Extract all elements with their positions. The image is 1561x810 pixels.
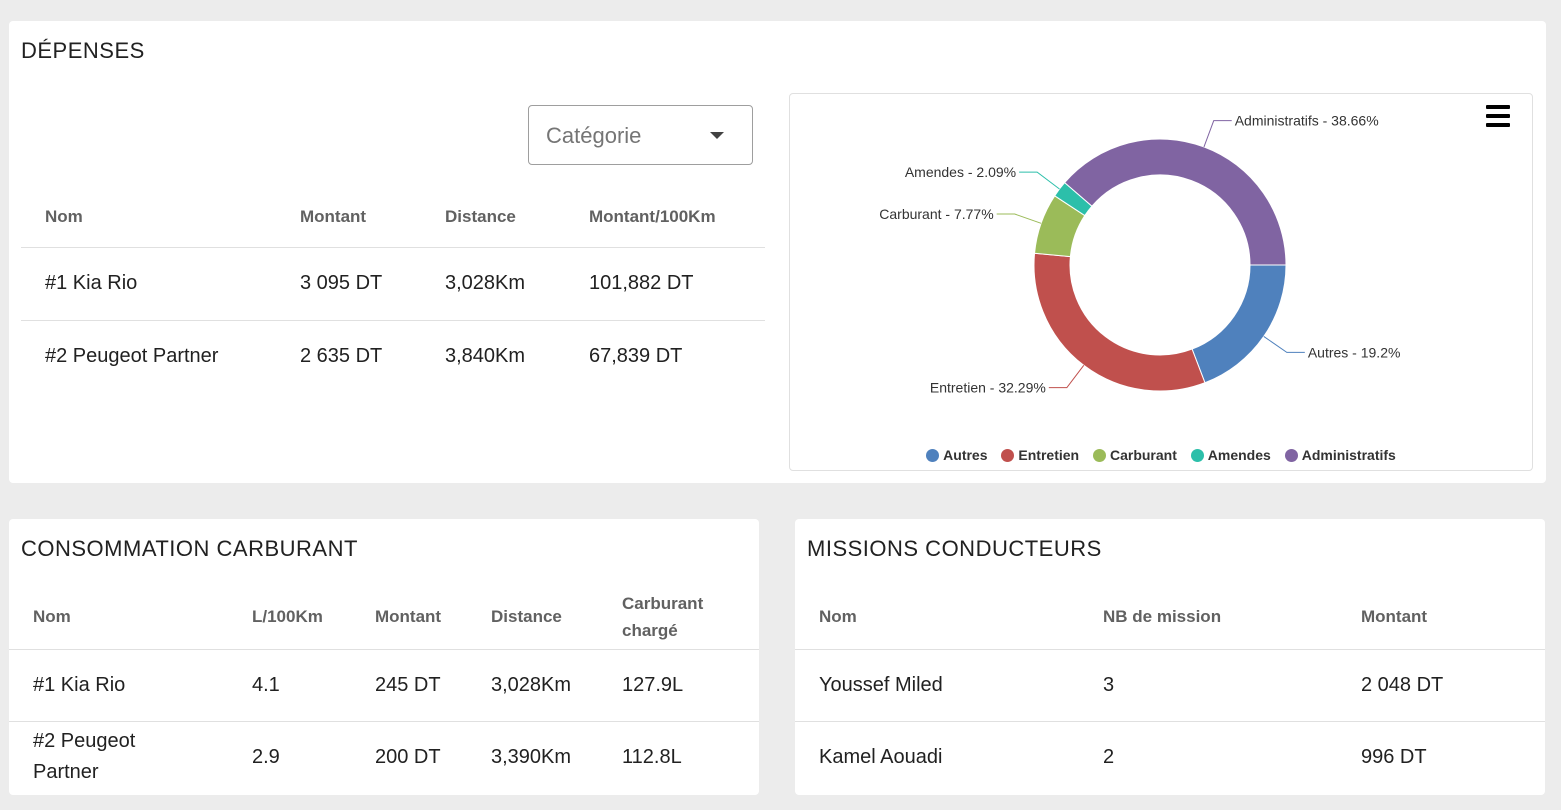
table-header-row: Nom Montant Distance Montant/100Km bbox=[21, 187, 765, 247]
data-label-amendes: Amendes - 2.09% bbox=[905, 164, 1016, 180]
data-label-connector-entretien bbox=[1048, 365, 1085, 389]
cell-montant: 200 DT bbox=[375, 745, 441, 768]
legend-item-amendes[interactable]: Amendes bbox=[1190, 447, 1271, 463]
donut-slice-administratifs[interactable] bbox=[1063, 138, 1287, 266]
legend-dot-administratifs bbox=[1284, 449, 1298, 462]
depenses-title: DÉPENSES bbox=[21, 38, 145, 63]
consommation-table: Nom L/100Km Montant Distance Carburant c… bbox=[9, 585, 759, 793]
cell-nom: #2 Peugeot Partner bbox=[33, 730, 136, 784]
column-header-distance[interactable]: Distance bbox=[491, 585, 622, 649]
legend-label-amendes: Amendes bbox=[1207, 447, 1271, 463]
data-label-autres: Autres - 19.2% bbox=[1308, 344, 1401, 360]
cell-carburant-charge: 112.8L bbox=[622, 745, 682, 768]
column-header-distance[interactable]: Distance bbox=[445, 187, 589, 247]
data-label-connector-amendes bbox=[1019, 171, 1060, 190]
column-header-montant-100km[interactable]: Montant/100Km bbox=[589, 187, 765, 247]
data-label-connector-carburant bbox=[996, 213, 1042, 224]
consommation-title: CONSOMMATION CARBURANT bbox=[21, 536, 358, 561]
cell-montant: 245 DT bbox=[375, 673, 441, 696]
donut-chart-svg: Autres - 19.2% Entretien - 32.29% Carburan… bbox=[879, 113, 1401, 396]
chart-legend: Autres Entretien Carburant Amendes Admin… bbox=[790, 447, 1532, 463]
table-row[interactable]: #2 Peugeot Partner 2 635 DT 3,840Km 67,8… bbox=[21, 320, 765, 393]
table-row[interactable]: #1 Kia Rio 4.1 245 DT 3,028Km 127.9L bbox=[9, 649, 759, 721]
cell-carburant-charge: 127.9L bbox=[622, 673, 684, 696]
column-header-montant[interactable]: Montant bbox=[375, 585, 491, 649]
cell-nom: Kamel Aouadi bbox=[819, 745, 943, 768]
legend-item-carburant[interactable]: Carburant bbox=[1092, 447, 1177, 463]
cell-distance: 3,390Km bbox=[491, 745, 572, 768]
data-label-administratifs: Administratifs - 38.66% bbox=[1235, 113, 1379, 129]
column-header-nb-mission[interactable]: NB de mission bbox=[1103, 585, 1361, 649]
column-header-l-100km[interactable]: L/100Km bbox=[252, 585, 375, 649]
legend-dot-autres bbox=[926, 449, 940, 462]
column-header-montant[interactable]: Montant bbox=[300, 187, 445, 247]
legend-label-carburant: Carburant bbox=[1109, 447, 1177, 463]
table-header-row: Nom NB de mission Montant bbox=[795, 585, 1545, 649]
column-header-carburant-charge[interactable]: Carburant chargé bbox=[622, 585, 759, 649]
category-select-placeholder: Catégorie bbox=[546, 123, 642, 148]
category-select[interactable]: Catégorie bbox=[528, 105, 753, 165]
legend-label-administratifs: Administratifs bbox=[1301, 447, 1396, 463]
data-label-carburant: Carburant - 7.77% bbox=[879, 206, 993, 222]
legend-dot-entretien bbox=[1001, 449, 1015, 462]
cell-nb-mission: 2 bbox=[1103, 745, 1115, 768]
cell-montant-100km: 67,839 DT bbox=[589, 345, 683, 368]
legend-label-autres: Autres bbox=[943, 447, 988, 463]
column-header-nom[interactable]: Nom bbox=[795, 585, 1103, 649]
hamburger-menu-icon[interactable] bbox=[1486, 105, 1510, 127]
depenses-table: Nom Montant Distance Montant/100Km #1 Ki… bbox=[21, 187, 765, 393]
cell-montant-100km: 101,882 DT bbox=[589, 272, 694, 294]
missions-card: MISSIONS CONDUCTEURS Nom NB de mission M… bbox=[795, 519, 1545, 795]
cell-montant: 3 095 DT bbox=[300, 272, 383, 294]
legend-item-administratifs[interactable]: Administratifs bbox=[1284, 447, 1396, 463]
donut-slice-entretien[interactable] bbox=[1033, 252, 1206, 392]
cell-distance: 3,028Km bbox=[491, 673, 572, 696]
column-header-nom[interactable]: Nom bbox=[21, 187, 300, 247]
cell-montant: 2 635 DT bbox=[300, 345, 383, 368]
donut-slice-autres[interactable] bbox=[1191, 264, 1287, 384]
data-label-connector-administratifs bbox=[1203, 120, 1232, 148]
missions-table: Nom NB de mission Montant Youssef Miled … bbox=[795, 585, 1545, 793]
consommation-card: CONSOMMATION CARBURANT Nom L/100Km Monta… bbox=[9, 519, 759, 795]
legend-item-autres[interactable]: Autres bbox=[926, 447, 988, 463]
legend-label-entretien: Entretien bbox=[1018, 447, 1080, 463]
caret-down-icon bbox=[710, 132, 724, 139]
data-label-connector-autres bbox=[1263, 336, 1305, 353]
cell-nom: #2 Peugeot Partner bbox=[45, 345, 219, 368]
data-label-entretien: Entretien - 32.29% bbox=[930, 380, 1046, 396]
table-row[interactable]: Kamel Aouadi 2 996 DT bbox=[795, 721, 1545, 793]
cell-distance: 3,028Km bbox=[445, 272, 526, 294]
cell-nom: Youssef Miled bbox=[819, 673, 943, 696]
cell-montant: 2 048 DT bbox=[1361, 673, 1444, 696]
depenses-donut-chart: Autres - 19.2% Entretien - 32.29% Carburan… bbox=[789, 93, 1533, 471]
table-row[interactable]: #1 Kia Rio 3 095 DT 3,028Km 101,882 DT bbox=[21, 247, 765, 320]
table-row[interactable]: Youssef Miled 3 2 048 DT bbox=[795, 649, 1545, 721]
legend-dot-carburant bbox=[1092, 449, 1106, 462]
cell-distance: 3,840Km bbox=[445, 345, 526, 368]
cell-l-100km: 2.9 bbox=[252, 745, 280, 768]
column-header-nom[interactable]: Nom bbox=[9, 585, 252, 649]
cell-montant: 996 DT bbox=[1361, 745, 1427, 768]
cell-nb-mission: 3 bbox=[1103, 673, 1115, 696]
cell-nom: #1 Kia Rio bbox=[33, 673, 126, 696]
table-row[interactable]: #2 Peugeot Partner 2.9 200 DT 3,390Km 11… bbox=[9, 721, 759, 793]
table-header-row: Nom L/100Km Montant Distance Carburant c… bbox=[9, 585, 759, 649]
legend-item-entretien[interactable]: Entretien bbox=[1001, 447, 1079, 463]
legend-dot-amendes bbox=[1190, 449, 1204, 462]
cell-l-100km: 4.1 bbox=[252, 673, 280, 696]
column-header-montant[interactable]: Montant bbox=[1361, 585, 1545, 649]
missions-title: MISSIONS CONDUCTEURS bbox=[807, 536, 1102, 561]
cell-nom: #1 Kia Rio bbox=[45, 272, 138, 294]
depenses-card: DÉPENSES Catégorie Nom Montant Distance … bbox=[9, 21, 1546, 483]
